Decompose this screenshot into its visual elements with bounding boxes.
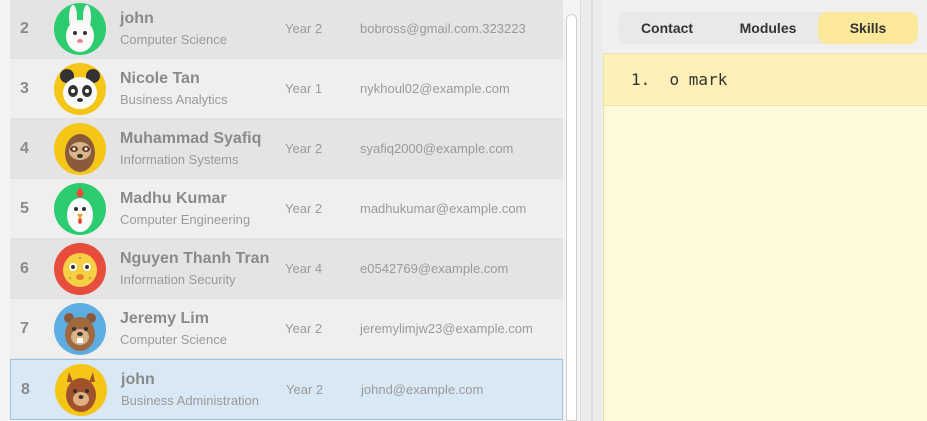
- contact-email: bobross@gmail.com.323223: [360, 21, 526, 36]
- contact-year: Year 2: [285, 201, 323, 216]
- contact-major: Information Security: [120, 272, 236, 287]
- list-scrollbar-thumb[interactable]: [566, 14, 577, 421]
- chicken-avatar: [54, 183, 106, 235]
- contact-major: Business Analytics: [120, 92, 228, 107]
- contact-major: Computer Engineering: [120, 212, 251, 227]
- contact-email: e0542769@example.com: [360, 261, 509, 276]
- contact-name: Jeremy Lim: [120, 310, 209, 327]
- contact-row[interactable]: 4 Muhammad Syafiq Information Systems Ye…: [10, 119, 563, 179]
- list-left-gutter: [0, 0, 10, 421]
- contact-year: Year 2: [285, 321, 323, 336]
- contact-year: Year 1: [285, 81, 323, 96]
- detail-tab-bar: Contact Modules Skills: [618, 12, 918, 44]
- contact-name: john: [121, 371, 155, 388]
- contact-row[interactable]: 6 Nguyen Thanh Tran Information Security…: [10, 239, 563, 299]
- contact-email: syafiq2000@example.com: [360, 141, 514, 156]
- contact-row[interactable]: 3 Nicole Tan Business Analytics Year 1 n…: [10, 59, 563, 119]
- contact-name: Nguyen Thanh Tran: [120, 250, 270, 267]
- skill-item-text: 1. o mark: [631, 70, 728, 89]
- contact-year: Year 2: [285, 21, 323, 36]
- contact-major: Computer Science: [120, 332, 227, 347]
- contact-index: 4: [20, 140, 29, 157]
- contact-name: Muhammad Syafiq: [120, 130, 262, 147]
- contact-index: 8: [21, 381, 30, 398]
- contact-row[interactable]: 7 Jeremy Lim Computer Science Year 2 jer…: [10, 299, 563, 359]
- contact-index: 5: [20, 200, 29, 217]
- white-rabbit-avatar: [54, 3, 106, 55]
- contact-major: Information Systems: [120, 152, 239, 167]
- contact-index: 2: [20, 20, 29, 37]
- tab-modules[interactable]: Modules: [718, 12, 818, 44]
- skills-panel: 1. o mark: [603, 53, 927, 421]
- contact-email: jeremylimjw23@example.com: [360, 321, 533, 336]
- contact-list: 2 john Computer Science Year 2 bobross@g…: [0, 0, 580, 421]
- contact-major: Computer Science: [120, 32, 227, 47]
- contact-index: 6: [20, 260, 29, 277]
- contact-name: john: [120, 10, 154, 27]
- contact-row-selected[interactable]: 8 john Business Administration Year 2 jo…: [10, 359, 563, 420]
- sloth-avatar: [54, 123, 106, 175]
- panda-avatar: [54, 63, 106, 115]
- pufferfish-avatar: [54, 243, 106, 295]
- tab-contact[interactable]: Contact: [618, 12, 716, 44]
- contact-email: madhukumar@example.com: [360, 201, 527, 216]
- contact-row[interactable]: 2 john Computer Science Year 2 bobross@g…: [10, 0, 563, 59]
- squirrel-avatar: [55, 364, 107, 416]
- contact-year: Year 4: [285, 261, 323, 276]
- contact-email: johnd@example.com: [361, 382, 484, 397]
- contact-index: 7: [20, 320, 29, 337]
- contact-year: Year 2: [285, 141, 323, 156]
- divider-line: [591, 0, 593, 421]
- contact-row[interactable]: 5 Madhu Kumar Computer Engineering Year …: [10, 179, 563, 239]
- contact-name: Madhu Kumar: [120, 190, 227, 207]
- beaver-avatar: [54, 303, 106, 355]
- tab-skills[interactable]: Skills: [818, 12, 918, 44]
- contact-name: Nicole Tan: [120, 70, 200, 87]
- contact-index: 3: [20, 80, 29, 97]
- contact-year: Year 2: [286, 382, 324, 397]
- contact-major: Business Administration: [121, 393, 260, 408]
- contact-email: nykhoul02@example.com: [360, 81, 510, 96]
- skill-list-item[interactable]: 1. o mark: [604, 54, 927, 106]
